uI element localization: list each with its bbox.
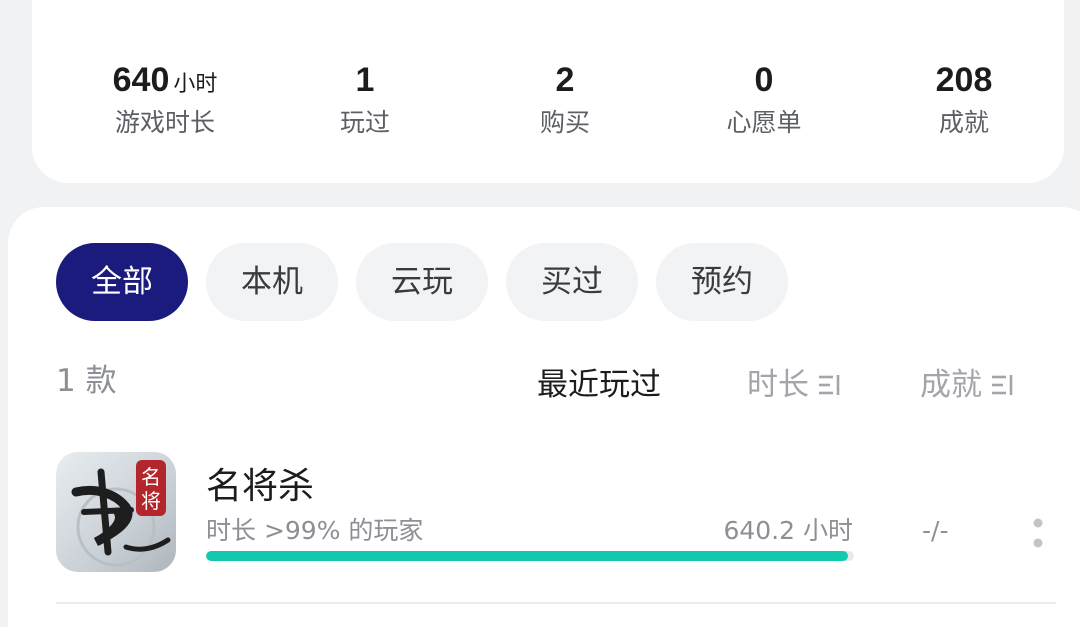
sort-icon (819, 375, 840, 395)
game-achievements: -/- (922, 516, 949, 545)
sort-icon (992, 375, 1013, 395)
stat-purchased[interactable]: 2 购买 (465, 58, 665, 140)
stat-achievements[interactable]: 208 成就 (864, 58, 1064, 140)
stat-value: 0 (754, 61, 774, 99)
more-options-icon[interactable] (1026, 516, 1050, 550)
stat-value-row: 2 (465, 58, 665, 102)
filter-chip-bought[interactable]: 买过 (506, 243, 638, 321)
sort-recent[interactable]: 最近玩过 (537, 364, 661, 406)
stat-unit: 小时 (173, 72, 218, 97)
stat-value: 640 (112, 61, 170, 99)
stat-label: 游戏时长 (114, 108, 215, 137)
stat-value-row: 208 (864, 58, 1064, 102)
sort-label: 成就 (920, 367, 982, 403)
list-divider (56, 602, 1056, 604)
stat-wishlist[interactable]: 0 心愿单 (664, 58, 864, 140)
game-list-item[interactable]: 名 将 名将杀 时长 >99% 的玩家 640.2 小时 -/- (56, 452, 1056, 582)
game-count: 1 款 (56, 363, 117, 399)
playtime-progress-fill (206, 551, 848, 561)
game-hours: 640.2 小时 (723, 516, 853, 545)
stat-label: 成就 (938, 108, 989, 137)
filter-chip-local[interactable]: 本机 (206, 243, 338, 321)
game-cover-art: 名 将 (71, 460, 171, 567)
stat-value-row: 1 (265, 58, 465, 102)
stat-label: 玩过 (339, 108, 390, 137)
playtime-progress-bar (206, 551, 854, 561)
filter-chip-cloud[interactable]: 云玩 (356, 243, 488, 321)
cover-seal-char: 名 (141, 465, 161, 489)
sort-achievements[interactable]: 成就 (920, 364, 1016, 406)
stat-value: 1 (355, 61, 375, 99)
stat-value: 2 (555, 61, 575, 99)
filter-chip-reserved[interactable]: 预约 (656, 243, 788, 321)
stat-label: 购买 (539, 108, 590, 137)
sort-label: 最近玩过 (537, 367, 661, 403)
stat-value: 208 (935, 61, 993, 99)
sort-label: 时长 (747, 367, 809, 403)
stat-label: 心愿单 (726, 108, 802, 137)
cover-seal-char: 将 (141, 489, 161, 513)
filter-chip-all[interactable]: 全部 (56, 243, 188, 321)
stat-played[interactable]: 1 玩过 (265, 58, 465, 140)
stat-value-row: 0 (664, 58, 864, 102)
game-title: 名将杀 (206, 466, 315, 507)
game-playtime-rank: 时长 >99% 的玩家 (206, 516, 424, 545)
stat-playtime[interactable]: 640 小时 游戏时长 (65, 58, 265, 140)
game-cover-icon[interactable]: 名 将 (56, 452, 176, 572)
sort-duration[interactable]: 时长 (747, 364, 843, 406)
stat-value-row: 640 小时 (65, 58, 265, 102)
